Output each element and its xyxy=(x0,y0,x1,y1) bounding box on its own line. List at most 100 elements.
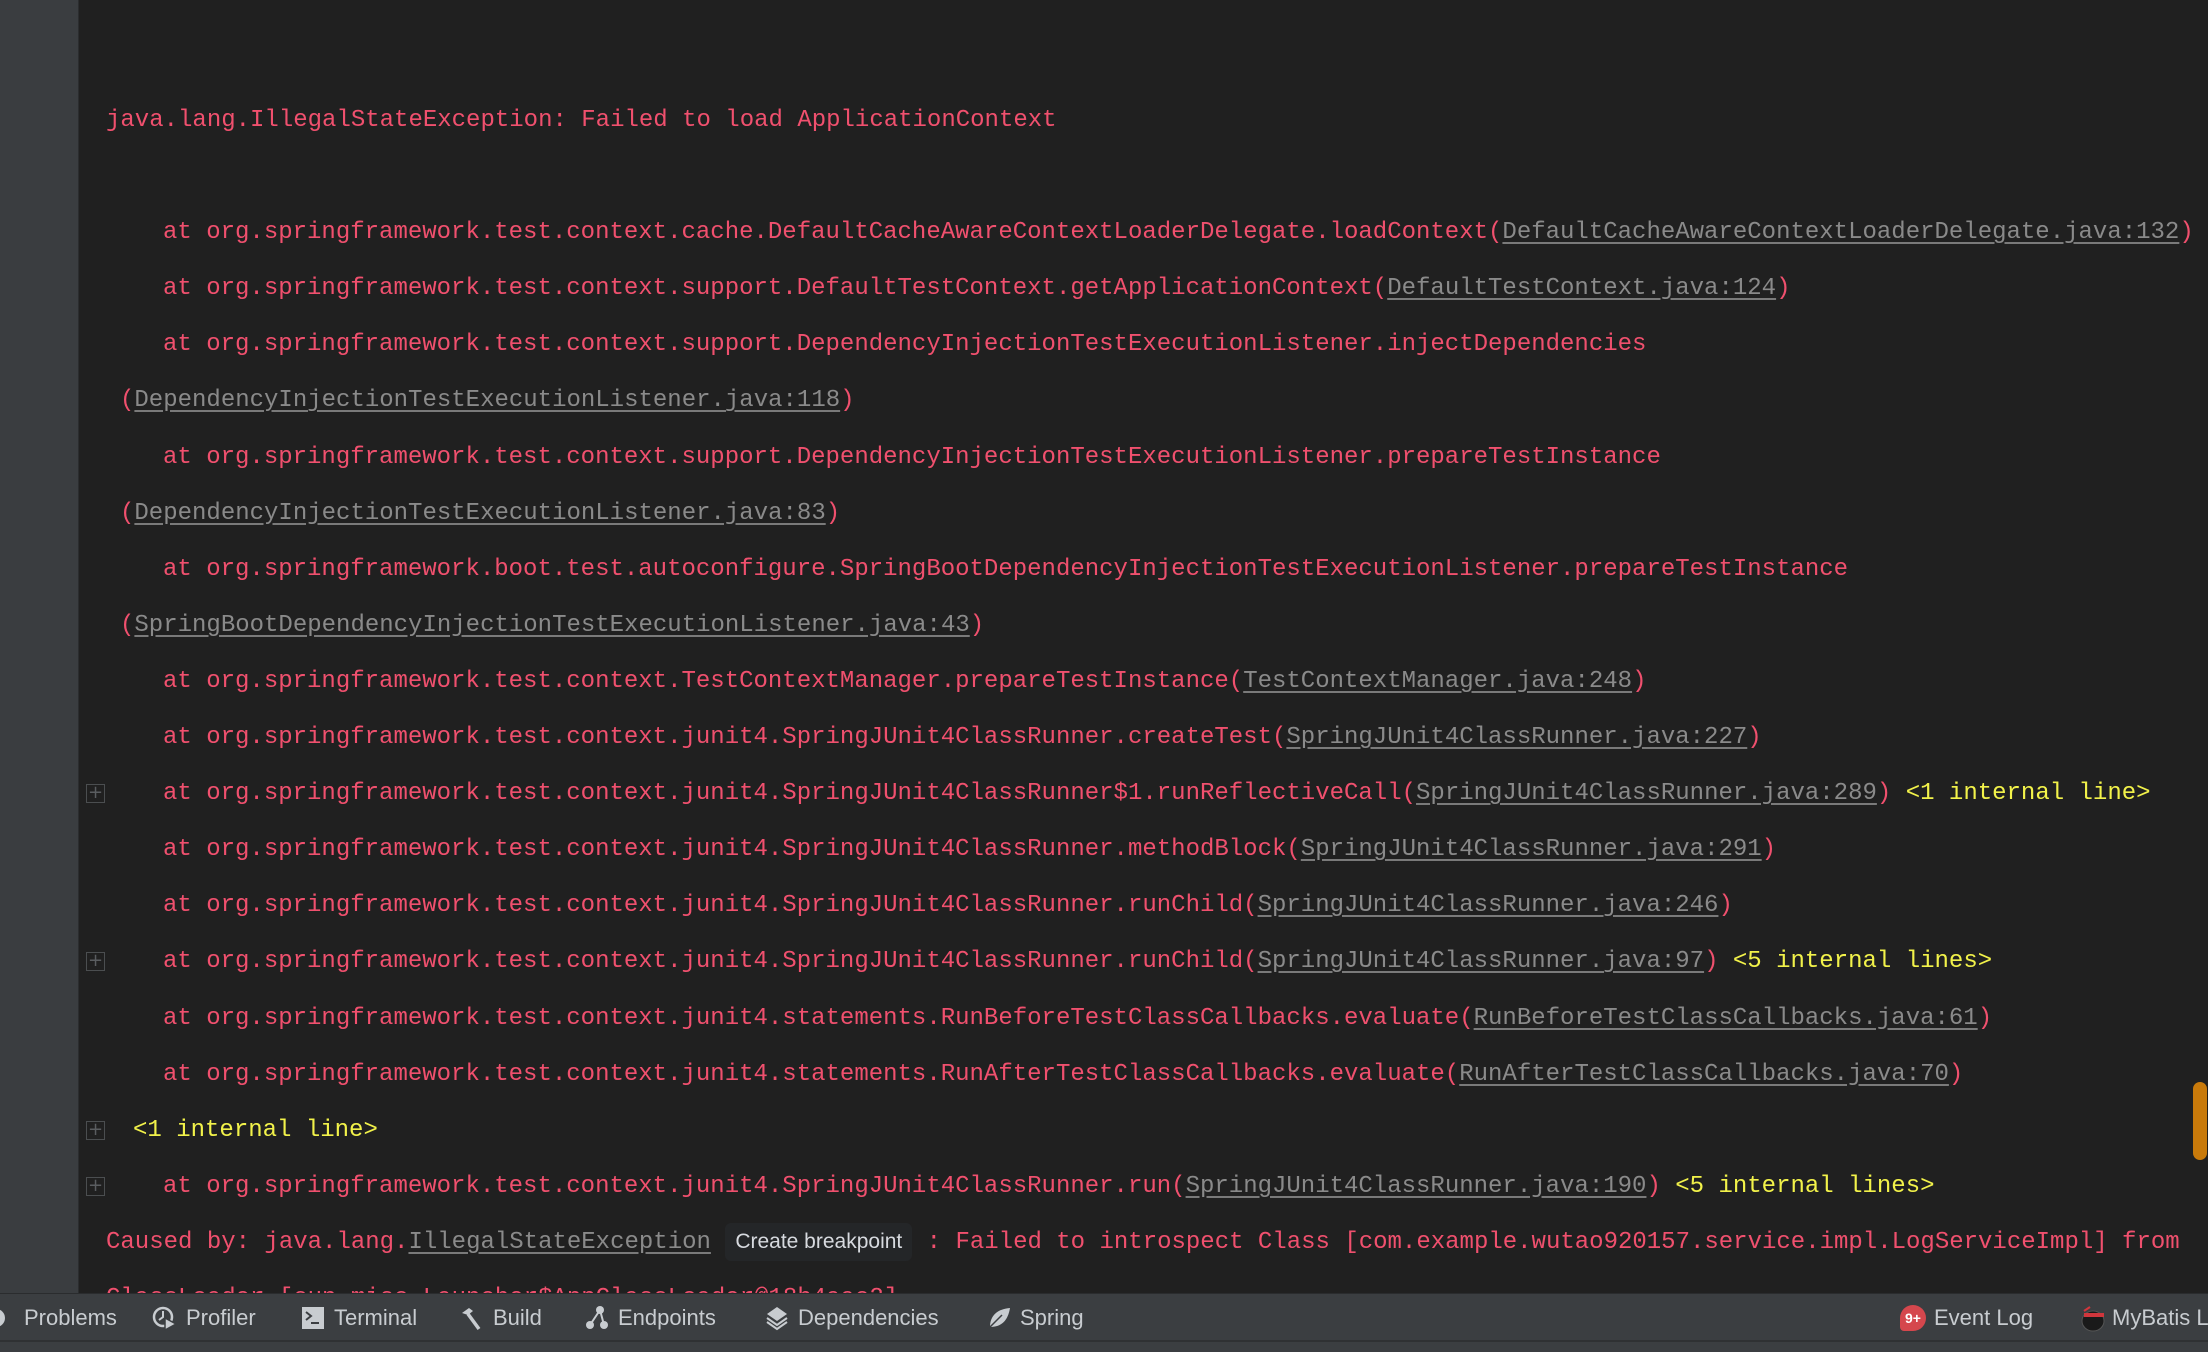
error-message-line: java.lang.IllegalStateException: Failed … xyxy=(79,101,2208,141)
frame-method: at org.springframework.test.context.supp… xyxy=(163,443,1661,471)
terminal-icon xyxy=(300,1305,326,1331)
tool-window-mybatis[interactable]: MyBatis Log xyxy=(2078,1294,2208,1341)
line-text: (SpringBootDependencyInjectionTestExecut… xyxy=(120,606,984,646)
frame-method: ( xyxy=(120,611,135,639)
internal-lines-link[interactable]: <1 internal line> xyxy=(1906,780,2151,807)
line-text: java.lang.IllegalStateException: Failed … xyxy=(106,101,1057,141)
frame-method: at org.springframework.test.context.supp… xyxy=(163,275,1388,303)
internal-lines-link[interactable]: <5 internal lines> xyxy=(1733,948,1992,975)
line-text: (DependencyInjectionTestExecutionListene… xyxy=(120,381,855,421)
internal-lines-line: + <1 internal line> xyxy=(79,1111,2208,1151)
tool-window-spring[interactable]: Spring xyxy=(986,1294,1084,1341)
frame-suffix: : Failed to introspect Class [com.exampl… xyxy=(912,1228,2180,1256)
source-link[interactable]: RunBeforeTestClassCallbacks.java:61 xyxy=(1474,1005,1978,1032)
tool-window-terminal[interactable]: Terminal xyxy=(300,1294,417,1341)
stack-frame-line: at org.springframework.test.context.supp… xyxy=(79,269,2208,309)
source-link[interactable]: SpringJUnit4ClassRunner.java:97 xyxy=(1258,948,1704,975)
expand-fold-icon[interactable]: + xyxy=(86,1176,105,1196)
expand-fold-icon[interactable]: + xyxy=(86,784,105,804)
source-link[interactable]: SpringJUnit4ClassRunner.java:291 xyxy=(1301,836,1762,863)
hammer-icon xyxy=(459,1305,485,1331)
frame-method: at org.springframework.test.context.juni… xyxy=(163,1172,1186,1200)
stack-frame-line: at org.springframework.test.context.supp… xyxy=(79,325,2208,365)
stack-frame-line: + at org.springframework.test.context.jun… xyxy=(79,1167,2208,1207)
line-text: at org.springframework.test.context.supp… xyxy=(163,269,1790,309)
stack-frame-line: (SpringBootDependencyInjectionTestExecut… xyxy=(79,606,2208,646)
line-text: at org.springframework.test.context.juni… xyxy=(163,774,2151,814)
spring-leaf-icon xyxy=(986,1305,1012,1331)
line-text: ClassLoader [sun.misc.Launcher$AppClassL… xyxy=(106,1279,898,1293)
bottom-edge xyxy=(0,1340,2208,1352)
error-text: java.lang.IllegalStateException: Failed … xyxy=(106,107,1057,134)
frame-suffix: ) xyxy=(1747,724,1762,751)
run-console-output[interactable]: java.lang.IllegalStateException: Failed … xyxy=(79,0,2208,1293)
line-text: at org.springframework.test.context.cach… xyxy=(163,213,2194,253)
stack-frame-line: at org.springframework.test.context.juni… xyxy=(79,718,2208,758)
stack-frame-line: + at org.springframework.test.context.jun… xyxy=(79,942,2208,982)
tool-window-build[interactable]: Build xyxy=(459,1294,542,1341)
caused-by-line: Caused by: java.lang.IllegalStateExcepti… xyxy=(79,1222,2208,1263)
stack-frame-line: at org.springframework.test.context.juni… xyxy=(79,1055,2208,1095)
frame-method: at org.springframework.test.context.juni… xyxy=(163,1060,1460,1088)
source-link[interactable]: SpringBootDependencyInjectionTestExecuti… xyxy=(134,612,969,639)
tool-window-label: Build xyxy=(493,1304,542,1330)
tool-window-problems[interactable]: Problems xyxy=(0,1294,117,1341)
layers-icon xyxy=(764,1305,790,1331)
frame-suffix: ) xyxy=(969,611,985,639)
stack-frame-line: at org.springframework.test.context.cach… xyxy=(79,213,2208,253)
endpoints-icon xyxy=(584,1305,610,1331)
problems-icon xyxy=(0,1305,16,1331)
stack-frame-line: (DependencyInjectionTestExecutionListene… xyxy=(79,381,2208,421)
frame-method: at org.springframework.test.context.juni… xyxy=(163,1004,1474,1032)
stack-frame-line: at org.springframework.test.context.Test… xyxy=(79,662,2208,702)
frame-method: at org.springframework.test.context.cach… xyxy=(163,219,1503,247)
frame-method: ( xyxy=(120,499,135,527)
frame-suffix: ) xyxy=(1761,836,1777,864)
tool-window-label: Event Log xyxy=(1934,1304,2034,1330)
tool-window-profiler[interactable]: Profiler xyxy=(152,1294,256,1341)
tool-window-label: Dependencies xyxy=(798,1304,939,1330)
line-text: at org.springframework.test.context.juni… xyxy=(163,1167,1935,1207)
frame-suffix: ) xyxy=(1948,1060,1964,1088)
left-gutter xyxy=(0,0,79,1293)
vertical-scrollbar-thumb[interactable] xyxy=(2193,1082,2207,1160)
create-breakpoint-tooltip[interactable]: Create breakpoint xyxy=(725,1222,913,1261)
tool-window-label: Spring xyxy=(1020,1304,1084,1330)
source-link[interactable]: IllegalStateException xyxy=(408,1229,710,1256)
source-link[interactable]: DependencyInjectionTestExecutionListener… xyxy=(134,387,840,414)
source-link[interactable]: DefaultCacheAwareContextLoaderDelegate.j… xyxy=(1502,219,2179,246)
stack-frame-line: at org.springframework.test.context.supp… xyxy=(79,438,2208,478)
tool-window-label: Endpoints xyxy=(618,1304,716,1330)
internal-lines-link[interactable]: <1 internal line> xyxy=(133,1117,378,1144)
frame-suffix: ) xyxy=(1704,948,1719,976)
frame-suffix: ) xyxy=(1632,667,1647,695)
expand-fold-icon[interactable]: + xyxy=(86,1120,105,1140)
source-link[interactable]: DefaultTestContext.java:124 xyxy=(1387,275,1776,302)
frame-suffix: ) xyxy=(1776,275,1791,303)
tool-window-label: Terminal xyxy=(334,1304,418,1330)
source-link[interactable]: DependencyInjectionTestExecutionListener… xyxy=(134,500,825,527)
tool-window-endpoints[interactable]: Endpoints xyxy=(584,1294,716,1341)
stack-frame-line: at org.springframework.test.context.juni… xyxy=(79,830,2208,870)
line-text: at org.springframework.test.context.juni… xyxy=(163,718,1762,758)
source-link[interactable]: SpringJUnit4ClassRunner.java:227 xyxy=(1286,724,1747,751)
internal-lines-link[interactable]: <5 internal lines> xyxy=(1675,1173,1934,1200)
line-text: at org.springframework.test.context.juni… xyxy=(163,942,1992,982)
line-text: at org.springframework.test.context.supp… xyxy=(163,438,1661,478)
tool-window-dependencies[interactable]: Dependencies xyxy=(764,1294,939,1341)
source-link[interactable]: SpringJUnit4ClassRunner.java:289 xyxy=(1416,780,1877,807)
tool-window-event-log[interactable]: 9+ Event Log xyxy=(1900,1294,2033,1341)
frame-method: at org.springframework.test.context.juni… xyxy=(163,892,1258,920)
frame-suffix: ) xyxy=(1876,780,1892,808)
source-link[interactable]: SpringJUnit4ClassRunner.java:190 xyxy=(1186,1173,1647,1200)
frame-method: at org.springframework.test.context.juni… xyxy=(163,780,1417,808)
source-link[interactable]: SpringJUnit4ClassRunner.java:246 xyxy=(1258,892,1719,919)
line-text: at org.springframework.test.context.Test… xyxy=(163,662,1646,702)
line-text: Caused by: java.lang.IllegalStateExcepti… xyxy=(106,1222,2180,1263)
stack-frame-line: at org.springframework.boot.test.autocon… xyxy=(79,550,2208,590)
frame-method: ( xyxy=(120,387,135,415)
source-link[interactable]: RunAfterTestClassCallbacks.java:70 xyxy=(1459,1061,1949,1088)
source-link[interactable]: TestContextManager.java:248 xyxy=(1243,668,1632,695)
expand-fold-icon[interactable]: + xyxy=(86,952,105,972)
line-text: at org.springframework.boot.test.autocon… xyxy=(163,550,1848,590)
